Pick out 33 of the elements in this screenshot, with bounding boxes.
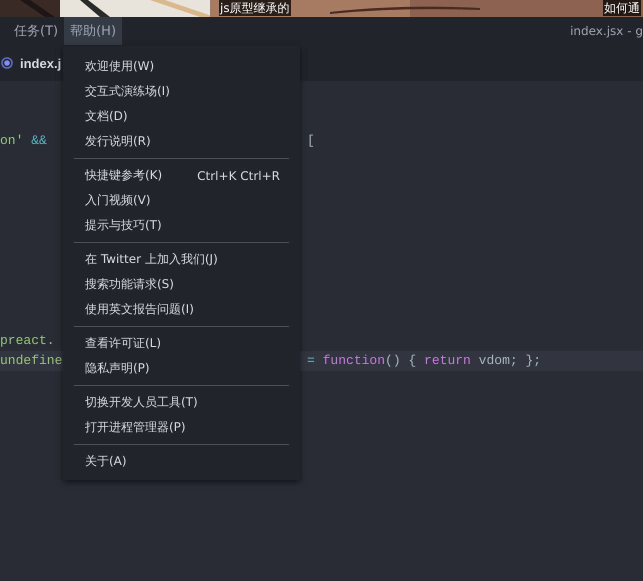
code-token: [ [307, 133, 315, 148]
menu-item[interactable]: 关于(A) [63, 449, 300, 474]
menu-item[interactable]: 入门视频(V) [63, 188, 300, 213]
menu-bar-item[interactable]: 帮助(H) [64, 17, 122, 45]
caption: js原型继承的 [219, 0, 291, 16]
code-token: = [307, 353, 316, 368]
menu-item[interactable]: 搜索功能请求(S) [63, 272, 300, 297]
menu-item[interactable]: 文档(D) [63, 104, 300, 129]
code-token: undefine [0, 353, 62, 368]
menu-item[interactable]: 打开进程管理器(P) [63, 415, 300, 440]
code-token: preact. [0, 333, 55, 348]
menu-item[interactable]: 提示与技巧(T) [63, 213, 300, 238]
editor-tab[interactable]: index.j [0, 45, 62, 81]
menu-item[interactable]: 隐私声明(P) [63, 356, 300, 381]
caption: 如何通 [603, 0, 641, 16]
menu-item[interactable]: 切换开发人员工具(T) [63, 390, 300, 415]
code-token: function [322, 353, 386, 368]
code-token: return [424, 353, 471, 368]
menu-bar-item[interactable]: 任务(T) [8, 17, 64, 45]
menu-item[interactable]: 查看许可证(L) [63, 331, 300, 356]
code-token: on' [0, 133, 24, 148]
modified-dot-icon [1, 57, 13, 69]
menu-item[interactable]: 欢迎使用(W) [63, 54, 300, 79]
menu-item[interactable]: 发行说明(R) [63, 129, 300, 154]
code-token: && [30, 133, 48, 148]
tab-label: index.j [20, 56, 62, 70]
menu-item[interactable]: 使用英文报告问题(I) [63, 297, 300, 322]
window-title: index.jsx - g [570, 24, 643, 38]
code-token: vdom; }; [478, 353, 542, 368]
menu-item[interactable]: 交互式演练场(I) [63, 79, 300, 104]
menu-item[interactable]: 快捷键参考(K) Ctrl+K Ctrl+R [63, 163, 300, 188]
code-token: () { [385, 353, 418, 368]
menu-item[interactable]: 在 Twitter 上加入我们(J) [63, 247, 300, 272]
